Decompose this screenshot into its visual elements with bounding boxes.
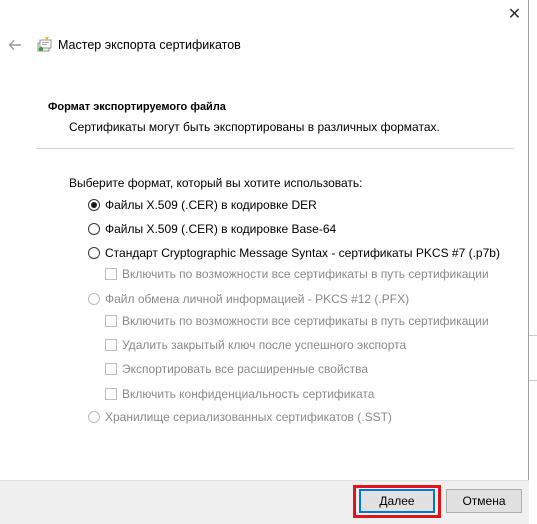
radio-option-base64[interactable]: Файлы X.509 (.CER) в кодировке Base-64 [88,222,336,236]
radio-button-pfx [88,293,100,305]
option-label: Включить по возможности все сертификаты … [122,314,489,328]
certificate-icon [36,36,54,54]
page-description: Сертификаты могут быть экспортированы в … [69,120,440,134]
option-label: Удалить закрытый ключ после успешного эк… [122,338,407,352]
checkbox-box [105,388,117,400]
checkbox-pfx-delete-key: Удалить закрытый ключ после успешного эк… [105,338,406,352]
radio-button-pkcs7[interactable] [88,247,100,259]
arrow-left-icon [8,40,21,50]
checkbox-pfx-include-chain: Включить по возможности все сертификаты … [105,314,489,328]
back-button[interactable] [6,36,24,54]
close-icon: ✕ [507,6,522,23]
checkbox-box [105,315,117,327]
checkbox-pfx-privacy: Включить конфиденциальность сертификата [105,387,374,401]
radio-option-pfx: Файл обмена личной информацией - PKCS #1… [88,292,409,306]
checkbox-pkcs7-include-chain: Включить по возможности все сертификаты … [105,267,489,281]
option-label: Включить конфиденциальность сертификата [122,387,375,401]
option-label: Включить по возможности все сертификаты … [122,267,489,281]
background-window-edge [529,335,537,336]
close-button[interactable]: ✕ [500,0,529,30]
option-label: Файл обмена личной информацией - PKCS #1… [105,292,410,306]
option-label: Экспортировать все расширенные свойства [122,362,369,376]
radio-button-base64[interactable] [88,223,100,235]
cancel-button[interactable]: Отмена [446,489,522,513]
certificate-export-wizard-window: ✕ Мастер экспорта сертификатов Формат эк… [0,0,529,524]
checkbox-box [105,268,117,280]
radio-option-der[interactable]: Файлы X.509 (.CER) в кодировке DER [88,198,317,212]
option-label: Файлы X.509 (.CER) в кодировке DER [105,198,317,212]
checkbox-box [105,339,117,351]
checkbox-pfx-export-properties: Экспортировать все расширенные свойства [105,362,368,376]
radio-option-pkcs7[interactable]: Стандарт Cryptographic Message Syntax - … [88,246,500,260]
radio-button-sst [88,411,100,423]
format-prompt: Выберите формат, который вы хотите испол… [69,176,363,190]
page-heading: Формат экспортируемого файла [48,101,226,113]
option-label: Файлы X.509 (.CER) в кодировке Base-64 [105,222,337,236]
window-title: Мастер экспорта сертификатов [58,38,241,52]
radio-option-sst: Хранилище сериализованных сертификатов (… [88,410,392,424]
next-button[interactable]: Далее [359,489,435,513]
header-divider [36,148,514,149]
option-label: Стандарт Cryptographic Message Syntax - … [105,246,500,260]
background-window-edge [529,380,537,381]
checkbox-box [105,363,117,375]
title-bar: ✕ [0,0,529,32]
radio-button-der[interactable] [88,199,100,211]
option-label: Хранилище сериализованных сертификатов (… [105,410,392,424]
